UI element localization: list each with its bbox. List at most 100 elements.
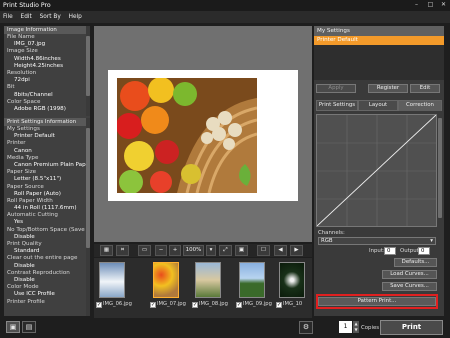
print-settings-scroll-thumb[interactable]: [86, 128, 90, 248]
print-settings-info-header: Print Settings Information: [4, 118, 86, 126]
print-settings-label: Roll Paper Width: [7, 197, 53, 204]
zoom-out-icon[interactable]: −: [155, 245, 167, 256]
print-settings-label: Color Mode: [7, 284, 39, 291]
crop-icon[interactable]: ⌗: [116, 245, 129, 256]
thumbnail-item[interactable]: ✓ IMG_08.jpg: [190, 259, 228, 317]
print-settings-info-section: Print Settings Information My Settings Pr…: [4, 118, 86, 306]
tab-layout[interactable]: Layout: [358, 100, 398, 111]
thumbnail-checkbox[interactable]: ✓: [96, 302, 102, 308]
tone-curve-graph[interactable]: [316, 114, 437, 227]
thumbnail-checkbox[interactable]: ✓: [150, 302, 156, 308]
print-settings-value: Disable: [14, 276, 35, 283]
image-info-label: Image Size: [7, 48, 38, 55]
thumbnail-name: IMG_08.jpg: [199, 301, 228, 307]
print-settings-label: No Top/Bottom Space (Save Paper): [7, 226, 86, 233]
my-settings-list: Printer Default: [314, 36, 444, 80]
next-icon[interactable]: ▶: [290, 245, 303, 256]
thumbnail-checkbox[interactable]: ✓: [236, 302, 242, 308]
save-curves-button[interactable]: Save Curves...: [382, 282, 437, 291]
thumbnail-image[interactable]: [99, 262, 125, 298]
preview-photo[interactable]: [117, 78, 257, 193]
preview-toolbar: ▦ ⌗ ▭ − + 100% ▾ ⤢ ▣ ☐ ◀ ▶: [94, 244, 312, 257]
thumbnail-checkbox[interactable]: ✓: [276, 302, 282, 308]
register-button[interactable]: Register: [368, 84, 408, 93]
image-info-label: Resolution: [7, 69, 37, 76]
window-title: Print Studio Pro: [3, 2, 51, 9]
image-info-scrollbar[interactable]: [86, 26, 90, 116]
tab-correction[interactable]: Correction: [398, 100, 442, 111]
menu-file[interactable]: File: [0, 11, 16, 23]
print-settings-label: Automatic Cutting: [7, 212, 58, 219]
menu-edit[interactable]: Edit: [18, 11, 35, 23]
maximize-button[interactable]: □: [424, 1, 437, 9]
thumbnail-item[interactable]: ✓ IMG_09.jpg: [234, 259, 272, 317]
channels-select[interactable]: RGB ▾: [318, 237, 436, 245]
minimize-button[interactable]: –: [410, 1, 423, 9]
print-settings-scrollbar[interactable]: [86, 118, 90, 316]
image-info-scroll-thumb[interactable]: [86, 36, 90, 96]
print-settings-value: Use ICC Profile: [14, 291, 55, 298]
print-settings-value: Canon Premium Plain Paper 80: [14, 161, 86, 168]
image-info-rows: File Name IMG_07.jpg Image Size Width4.86in…: [4, 34, 86, 113]
copies-field[interactable]: 1: [339, 321, 352, 333]
print-settings-value: Disable: [14, 262, 35, 269]
thumbnail-item[interactable]: ✓ IMG_06.jpg: [94, 259, 132, 317]
preview-area: [94, 26, 312, 242]
thumbnail-image[interactable]: [279, 262, 305, 298]
print-button[interactable]: Print: [380, 320, 443, 335]
image-info-value: 8bits/Channel: [14, 91, 53, 98]
image-icon[interactable]: ▣: [235, 245, 248, 256]
previous-icon[interactable]: ◀: [274, 245, 287, 256]
menu-sort-by[interactable]: Sort By: [37, 11, 64, 23]
print-settings-value: Roll Paper (Auto): [14, 190, 61, 197]
print-settings-label: Paper Size: [7, 169, 37, 176]
title-bar: Print Studio Pro – □ ✕: [0, 0, 450, 11]
thumbnail-image[interactable]: [239, 262, 265, 298]
image-info-value: Height4.25inches: [14, 62, 64, 69]
print-settings-value: Standard: [14, 248, 40, 255]
thumbnail-item[interactable]: ✓ IMG_07.jpg: [148, 259, 186, 317]
correction-scroll-thumb[interactable]: [438, 118, 442, 218]
print-settings-info-rows: My Settings Printer Default Printer Canon Me…: [4, 126, 86, 306]
print-settings-label: Printer Profile: [7, 298, 45, 305]
fit-icon[interactable]: ⤢: [219, 245, 232, 256]
settings-panel: My Settings Printer Default Apply Regist…: [314, 26, 444, 316]
edit-button[interactable]: Edit: [410, 84, 440, 93]
input-field[interactable]: 0: [384, 247, 396, 255]
thumbnail-checkbox[interactable]: ✓: [192, 302, 198, 308]
thumbnail-image[interactable]: [195, 262, 221, 298]
image-info-value: 72dpi: [14, 77, 30, 84]
channels-label: Channels:: [318, 230, 345, 236]
copies-stepper[interactable]: ▲ ▼: [353, 321, 359, 333]
thumbnail-name: IMG_07.jpg: [157, 301, 186, 307]
output-field[interactable]: 0: [418, 247, 430, 255]
print-settings-value: 44 in Roll (1117.6mm): [14, 205, 77, 212]
image-info-label: File Name: [7, 34, 35, 40]
layout-icon[interactable]: ▦: [100, 245, 113, 256]
correction-scrollbar[interactable]: [438, 114, 442, 227]
print-settings-label: Printer: [7, 140, 26, 147]
my-settings-item-selected[interactable]: Printer Default: [314, 36, 444, 45]
defaults-button[interactable]: Defaults...: [394, 258, 437, 267]
menu-bar: File Edit Sort By Help: [0, 11, 450, 23]
print-settings-value: Disable: [14, 233, 35, 240]
image-info-label: Bit: [7, 84, 15, 91]
image-info-value: IMG_07.jpg: [14, 41, 46, 48]
tab-print-settings[interactable]: Print Settings: [316, 100, 358, 111]
thumbnail-image[interactable]: [153, 262, 179, 298]
screen-icon[interactable]: ▭: [138, 245, 151, 256]
zoom-level[interactable]: 100%: [183, 245, 204, 256]
print-settings-label: My Settings: [7, 126, 40, 132]
apply-button[interactable]: Apply: [316, 84, 356, 93]
menu-help[interactable]: Help: [66, 11, 85, 23]
view-grid-icon[interactable]: ▤: [22, 321, 36, 333]
settings-icon[interactable]: ⚙: [299, 321, 313, 334]
zoom-in-icon[interactable]: +: [169, 245, 181, 256]
zoom-dropdown-icon[interactable]: ▾: [206, 245, 216, 256]
view-single-icon[interactable]: ▣: [6, 321, 20, 333]
thumbnail-item[interactable]: ✓ IMG_10: [274, 259, 312, 317]
load-curves-button[interactable]: Load Curves...: [382, 270, 437, 279]
select-icon[interactable]: ☐: [257, 245, 270, 256]
print-settings-value: Printer Default: [14, 133, 55, 140]
close-button[interactable]: ✕: [437, 1, 450, 9]
